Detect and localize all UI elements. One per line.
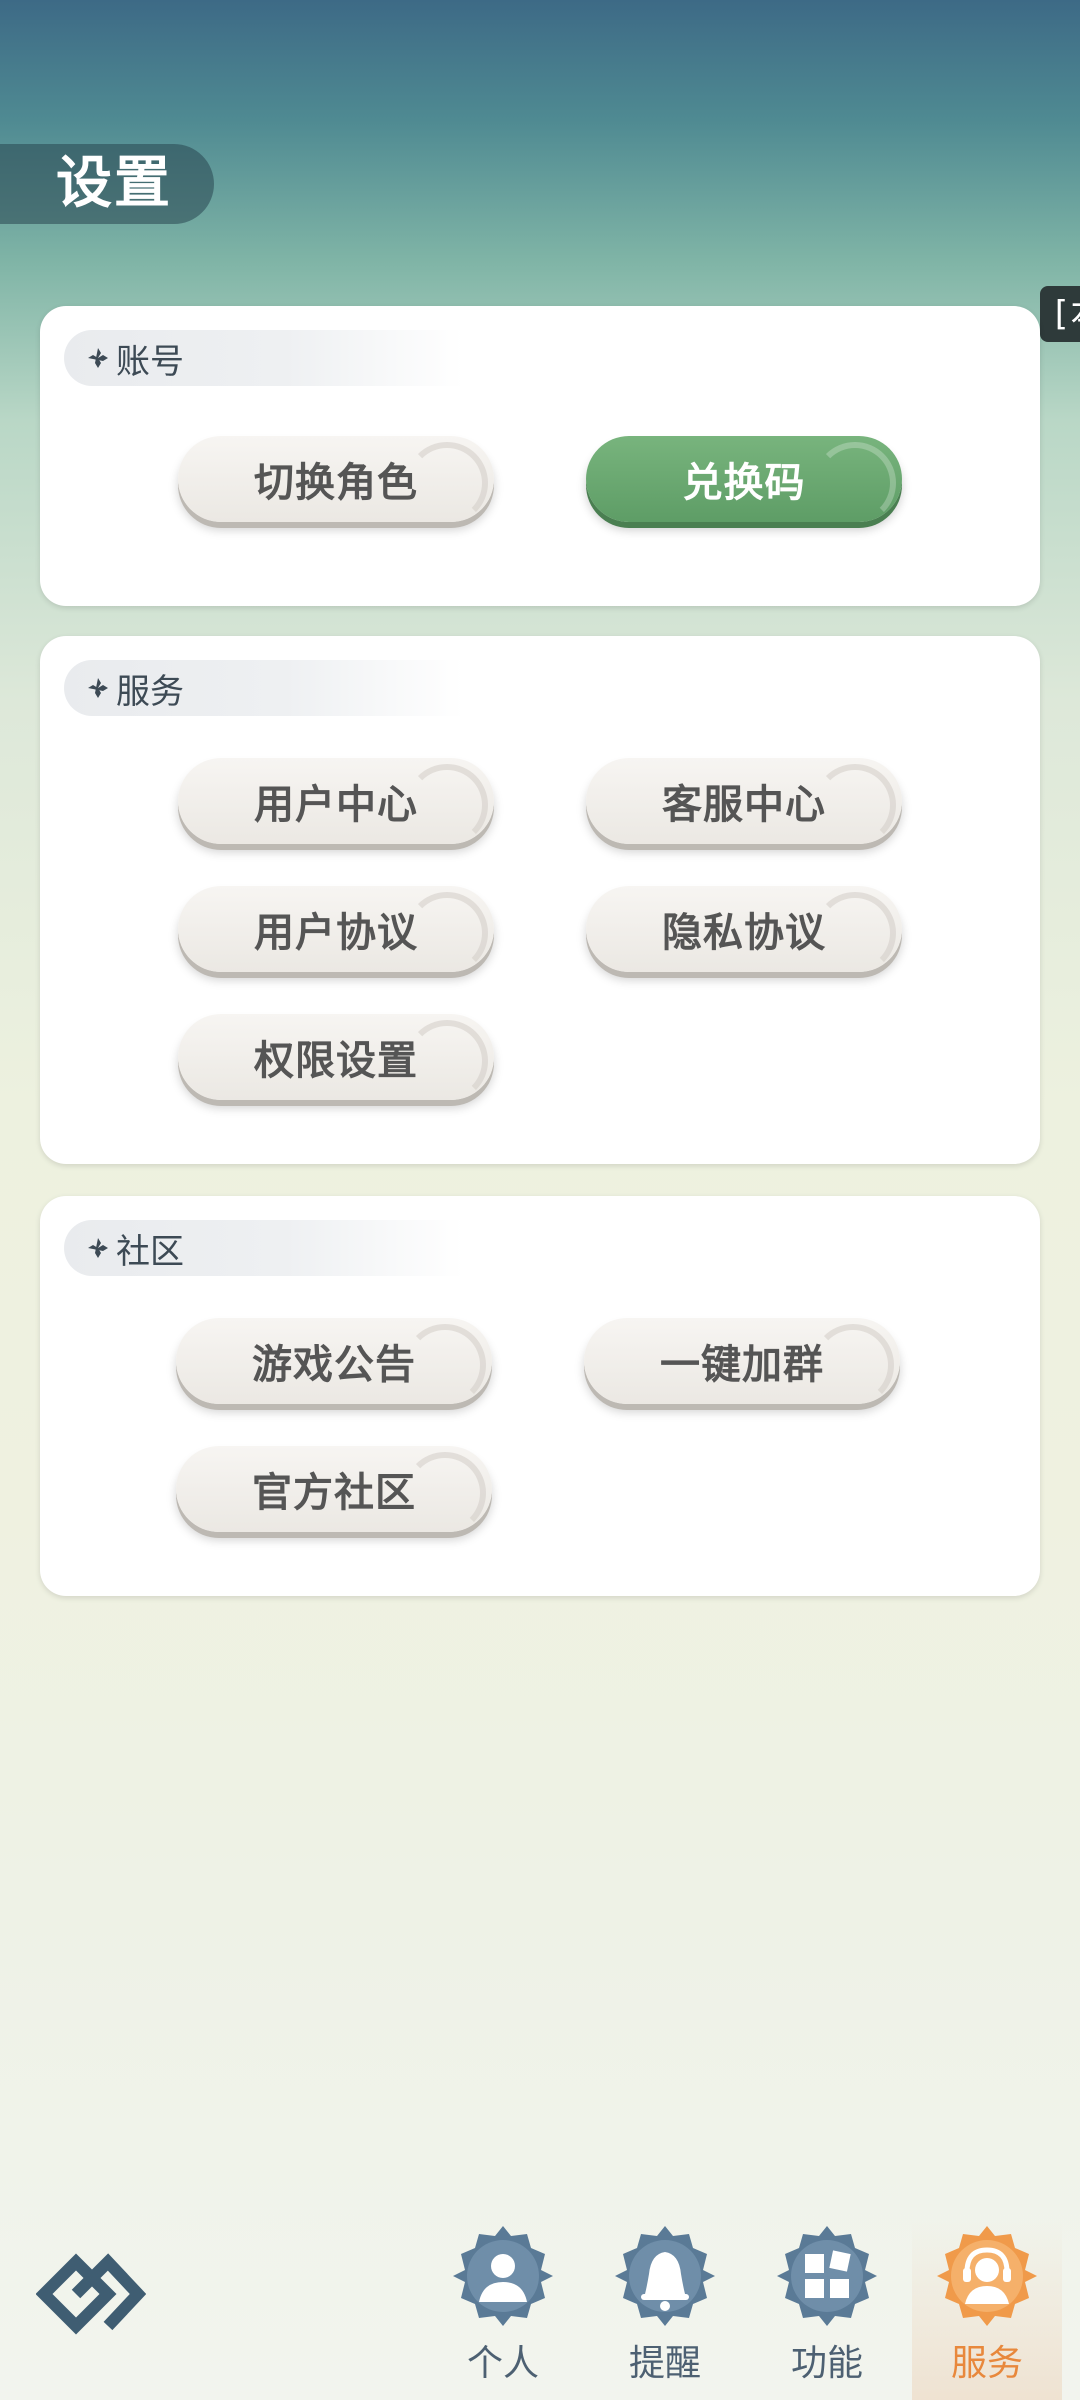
switch-role-button[interactable]: 切换角色	[178, 436, 494, 522]
nav-service[interactable]: 服务	[912, 2220, 1062, 2400]
nav-personal[interactable]: 个人	[428, 2220, 578, 2400]
side-tab[interactable]: [本	[1040, 286, 1080, 342]
nav-functions-label: 功能	[790, 2343, 863, 2384]
headset-icon	[937, 2226, 1037, 2326]
service-section-header: 服务	[64, 660, 464, 716]
diamond-icon	[88, 1238, 108, 1258]
customer-service-button[interactable]: 客服中心	[586, 758, 902, 844]
person-icon	[453, 2226, 553, 2326]
nav-reminder-label: 提醒	[628, 2343, 701, 2384]
join-group-button[interactable]: 一键加群	[584, 1318, 900, 1404]
nav-personal-label: 个人	[466, 2343, 539, 2384]
account-section-title: 账号	[116, 341, 184, 382]
nav-functions[interactable]: 功能	[752, 2220, 902, 2400]
nav-service-label: 服务	[950, 2343, 1023, 2384]
community-section-title: 社区	[116, 1231, 184, 1272]
user-center-button[interactable]: 用户中心	[178, 758, 494, 844]
game-logo-icon[interactable]	[36, 2246, 146, 2342]
service-section: 服务 用户中心 客服中心 用户协议 隐私协议 权限设置	[40, 636, 1040, 1164]
bell-icon	[615, 2226, 715, 2326]
account-section-header: 账号	[64, 330, 464, 386]
page-title: 设置	[0, 144, 214, 224]
permission-settings-button[interactable]: 权限设置	[178, 1014, 494, 1100]
redeem-code-button[interactable]: 兑换码	[586, 436, 902, 522]
user-agreement-button[interactable]: 用户协议	[178, 886, 494, 972]
official-community-button[interactable]: 官方社区	[176, 1446, 492, 1532]
nav-reminder[interactable]: 提醒	[590, 2220, 740, 2400]
account-section: 账号 切换角色 兑换码	[40, 306, 1040, 606]
diamond-icon	[88, 348, 108, 368]
grid-icon	[777, 2226, 877, 2326]
game-announcement-button[interactable]: 游戏公告	[176, 1318, 492, 1404]
community-section: 社区 游戏公告 一键加群 官方社区	[40, 1196, 1040, 1596]
service-section-title: 服务	[116, 671, 184, 712]
community-section-header: 社区	[64, 1220, 464, 1276]
diamond-icon	[88, 678, 108, 698]
privacy-agreement-button[interactable]: 隐私协议	[586, 886, 902, 972]
